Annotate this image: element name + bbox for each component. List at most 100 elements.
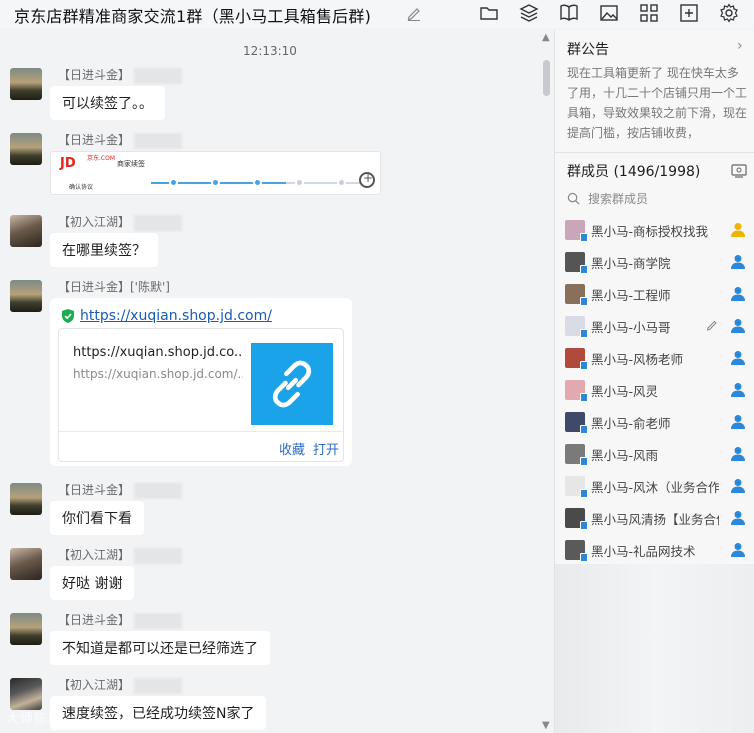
- member-name: 黑小马-商标授权找我: [591, 223, 709, 239]
- grid-icon[interactable]: [638, 2, 660, 24]
- progress-step: [337, 178, 346, 187]
- group-notice-title[interactable]: 群公告: [567, 39, 609, 59]
- device-badge-icon: [580, 329, 588, 338]
- message-bubble[interactable]: 不知道是都可以还是已经筛选了: [50, 631, 270, 665]
- edit-icon[interactable]: [705, 318, 719, 332]
- member-row[interactable]: 黑小马-小马哥: [565, 310, 751, 342]
- link-card[interactable]: https://xuqian.shop.jd.com/ https://xuqi…: [50, 298, 352, 466]
- member-row[interactable]: 黑小马-风沐（业务合作: [565, 470, 751, 502]
- sender-name[interactable]: 【日进斗金】: [58, 481, 183, 499]
- progress-step: [253, 178, 262, 187]
- folder-icon[interactable]: [478, 2, 500, 24]
- scroll-up-icon[interactable]: ▲: [542, 32, 550, 43]
- member-row[interactable]: 黑小马-礼品网技术: [565, 534, 751, 566]
- image-page-title: 商家续签: [117, 160, 145, 168]
- admin-icon: [731, 383, 745, 397]
- avatar[interactable]: [10, 613, 42, 645]
- scroll-down-icon[interactable]: ▼: [542, 720, 550, 731]
- avatar: [565, 316, 588, 338]
- chevron-right-icon[interactable]: ›: [737, 38, 743, 54]
- member-row[interactable]: 黑小马-风杨老师: [565, 342, 751, 374]
- message-bubble[interactable]: 速度续签，已经成功续签N家了: [50, 696, 267, 730]
- app-icon[interactable]: [518, 2, 540, 24]
- zoom-icon[interactable]: [359, 171, 375, 188]
- avatar[interactable]: [10, 280, 42, 312]
- member-manage-icon[interactable]: [731, 164, 747, 178]
- gear-icon[interactable]: [718, 2, 740, 24]
- shield-icon: [62, 309, 74, 323]
- group-title: 京东店群精准商家交流1群（黑小马工具箱售后群): [14, 7, 372, 26]
- member-row[interactable]: 黑小马-商标授权找我: [565, 214, 751, 246]
- avatar: [565, 508, 588, 530]
- device-badge-icon: [580, 457, 588, 466]
- member-row[interactable]: 黑小马-风灵: [565, 374, 751, 406]
- image-step-label: 确认协议: [69, 184, 94, 191]
- link-preview[interactable]: https://xuqian.shop.jd.co... https://xuq…: [58, 328, 344, 462]
- sender-name[interactable]: 【初入江湖】: [58, 213, 183, 231]
- add-icon[interactable]: [678, 2, 700, 24]
- link-icon: [251, 343, 333, 425]
- avatar: [565, 284, 588, 306]
- member-search-input[interactable]: 搜索群成员: [567, 190, 648, 207]
- edit-icon[interactable]: [405, 4, 423, 22]
- sender-name[interactable]: 【初入江湖】: [58, 546, 183, 564]
- progress-step: [211, 178, 220, 187]
- book-icon[interactable]: [558, 2, 580, 24]
- sender-name[interactable]: 【日进斗金】['陈默']: [58, 278, 170, 295]
- device-badge-icon: [580, 393, 588, 402]
- group-notice-body[interactable]: 现在工具箱更新了 现在快车太多了用，十几二十个店铺只用一个工具箱，导致效果较之前…: [567, 63, 747, 143]
- device-badge-icon: [580, 521, 588, 530]
- sender-name[interactable]: 【初入江湖】: [58, 676, 183, 694]
- member-name: 黑小马-风灵: [591, 383, 659, 399]
- message-bubble[interactable]: 可以续签了。。: [50, 86, 165, 120]
- member-name: 黑小马-风沐（业务合作: [591, 479, 719, 495]
- avatar: [565, 252, 588, 274]
- member-name: 黑小马风清扬【业务合作: [591, 511, 719, 527]
- chat-scrollbar[interactable]: ▲ ▼: [540, 30, 554, 733]
- avatar[interactable]: [10, 548, 42, 580]
- card-divider: [59, 431, 343, 432]
- avatar: [565, 380, 588, 402]
- open-button[interactable]: 打开: [313, 439, 339, 458]
- jd-logo-sub: 京东.COM: [87, 155, 115, 162]
- sender-name[interactable]: 【日进斗金】: [58, 131, 183, 149]
- message-bubble[interactable]: 你们看下看: [50, 501, 144, 535]
- admin-icon: [731, 415, 745, 429]
- member-row[interactable]: 黑小马风清扬【业务合作: [565, 502, 751, 534]
- member-row[interactable]: 黑小马-俞老师: [565, 406, 751, 438]
- sender-name[interactable]: 【日进斗金】: [58, 66, 183, 84]
- image-icon[interactable]: [598, 2, 620, 24]
- link-preview-url: https://xuqian.shop.jd.com/...: [73, 367, 243, 381]
- link-url[interactable]: https://xuqian.shop.jd.com/: [80, 308, 272, 324]
- device-badge-icon: [580, 553, 588, 562]
- collect-button[interactable]: 收藏: [279, 439, 305, 458]
- member-name: 黑小马-风杨老师: [591, 351, 684, 367]
- scroll-thumb[interactable]: [543, 60, 550, 96]
- avatar[interactable]: [10, 133, 42, 165]
- admin-icon: [731, 447, 745, 461]
- member-name: 黑小马-俞老师: [591, 415, 671, 431]
- avatar[interactable]: [10, 68, 42, 100]
- avatar[interactable]: [10, 483, 42, 515]
- member-row[interactable]: 黑小马-风雨: [565, 438, 751, 470]
- image-message[interactable]: JD 京东.COM 商家续签 确认协议: [50, 151, 381, 195]
- avatar[interactable]: [10, 678, 42, 710]
- avatar: [565, 412, 588, 434]
- message-bubble[interactable]: 在哪里续签？: [50, 233, 158, 267]
- link-row[interactable]: https://xuqian.shop.jd.com/: [60, 308, 272, 324]
- message-bubble[interactable]: 好哒 谢谢: [50, 566, 135, 600]
- admin-icon: [731, 351, 745, 365]
- admin-icon: [731, 479, 745, 493]
- device-badge-icon: [580, 425, 588, 434]
- divider: [555, 152, 754, 153]
- chat-area[interactable]: 12:13:10 【日进斗金】 可以续签了。。 【日进斗金】 JD 京东.COM…: [0, 30, 540, 733]
- member-row[interactable]: 黑小马-工程师: [565, 278, 751, 310]
- sender-name[interactable]: 【日进斗金】: [58, 611, 183, 629]
- avatar: [565, 540, 588, 562]
- link-preview-title: https://xuqian.shop.jd.co...: [73, 345, 243, 360]
- admin-icon: [731, 255, 745, 269]
- member-row[interactable]: 黑小马-商学院: [565, 246, 751, 278]
- member-name: 黑小马-商学院: [591, 255, 671, 271]
- group-side-panel: 群公告 › 现在工具箱更新了 现在快车太多了用，十几二十个店铺只用一个工具箱，导…: [554, 30, 754, 733]
- avatar[interactable]: [10, 215, 42, 247]
